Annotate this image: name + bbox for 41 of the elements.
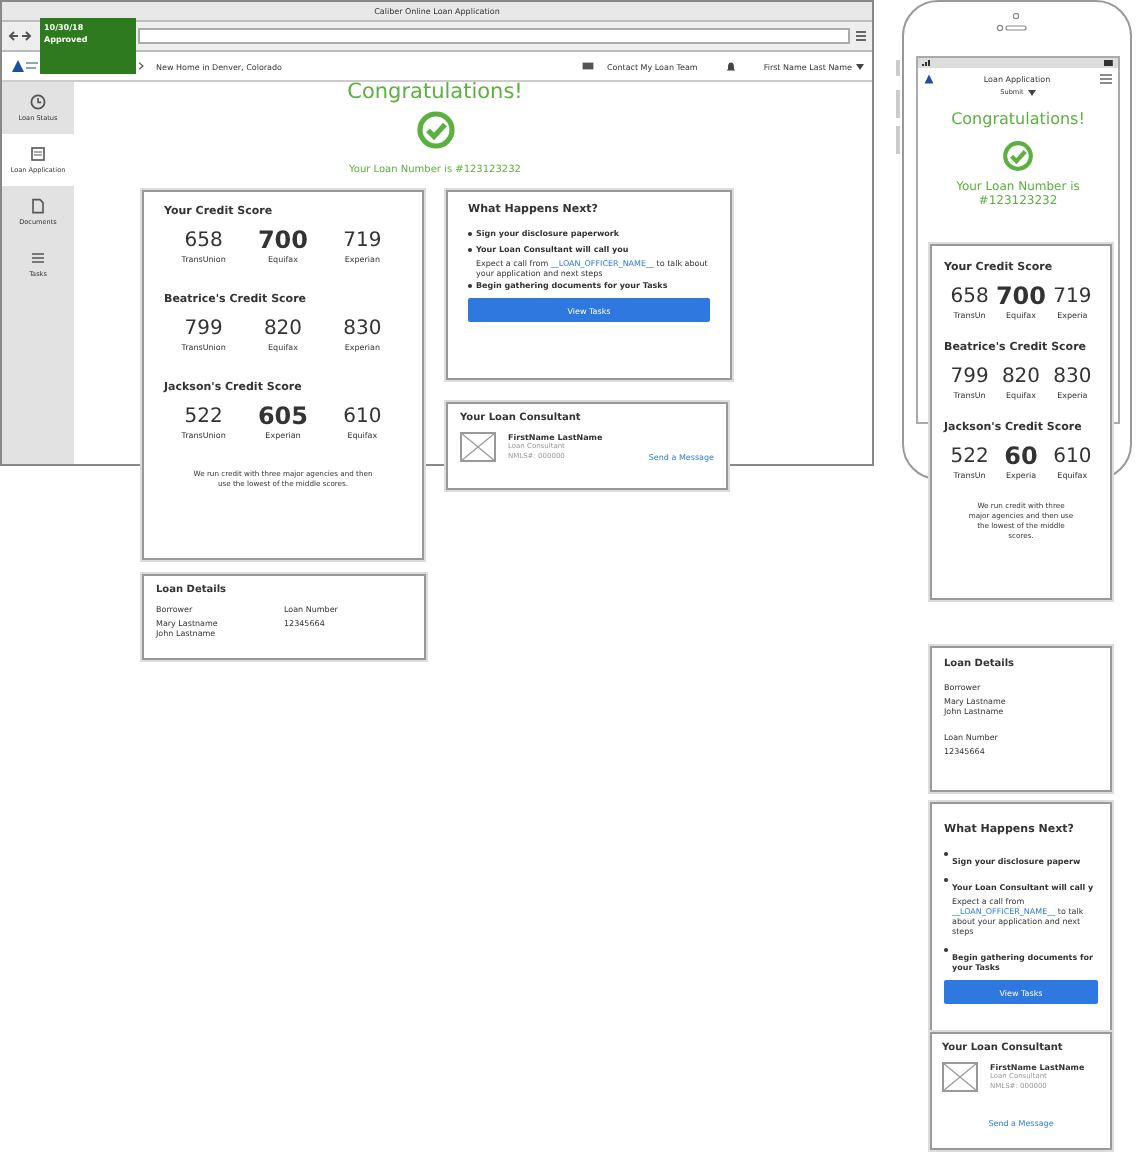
caret-icon[interactable] bbox=[856, 63, 864, 69]
back-forward-icon[interactable] bbox=[8, 30, 32, 42]
caret-icon[interactable] bbox=[1027, 90, 1036, 96]
credit-score: 522 bbox=[948, 444, 991, 470]
credit-score: 830 bbox=[341, 316, 384, 342]
credit-score: 799 bbox=[182, 316, 225, 342]
credit-score: 820 bbox=[261, 316, 305, 342]
signal-icon bbox=[922, 60, 932, 66]
check-icon bbox=[1002, 140, 1034, 172]
credit-score: 605 bbox=[255, 404, 311, 430]
credit-score: 60 bbox=[1002, 444, 1040, 470]
address-field[interactable] bbox=[138, 28, 850, 44]
check-icon bbox=[415, 110, 455, 150]
logo-icon bbox=[924, 73, 934, 83]
card-icon bbox=[582, 62, 595, 70]
heading: Congratulations! bbox=[951, 110, 1085, 130]
image-placeholder-icon bbox=[460, 432, 496, 462]
bell-icon[interactable] bbox=[725, 61, 736, 71]
clock-icon bbox=[30, 94, 46, 110]
credit-score: 799 bbox=[948, 364, 991, 390]
menu-icon[interactable] bbox=[856, 30, 866, 42]
credit-score: 820 bbox=[999, 364, 1043, 390]
document-icon bbox=[30, 198, 46, 214]
credit-score: 610 bbox=[1051, 444, 1094, 470]
chevron-icon bbox=[138, 62, 144, 70]
credit-score: 658 bbox=[182, 228, 225, 254]
form-icon bbox=[30, 146, 46, 162]
credit-score: 719 bbox=[341, 228, 384, 254]
credit-score: 830 bbox=[1051, 364, 1094, 390]
credit-score: 700 bbox=[255, 228, 311, 254]
battery-icon bbox=[1104, 60, 1114, 66]
image-placeholder-icon bbox=[942, 1062, 978, 1092]
logo-icon bbox=[10, 58, 38, 74]
menu-icon[interactable] bbox=[1100, 73, 1112, 83]
credit-score: 700 bbox=[995, 284, 1047, 310]
credit-score: 719 bbox=[1051, 284, 1094, 310]
credit-score: 610 bbox=[341, 404, 384, 430]
heading: Congratulations! bbox=[347, 80, 523, 104]
credit-score: 658 bbox=[948, 284, 991, 310]
list-icon bbox=[30, 250, 46, 266]
credit-score: 522 bbox=[182, 404, 225, 430]
